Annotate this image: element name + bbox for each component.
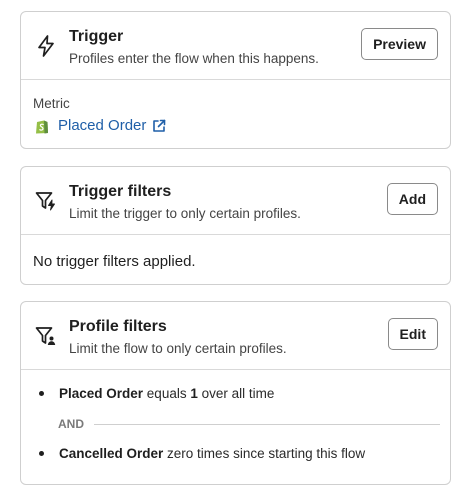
trigger-filters-header: Trigger filters Limit the trigger to onl… [21, 167, 450, 235]
add-button[interactable]: Add [386, 183, 438, 215]
filter-condition: Cancelled Order zero times since startin… [39, 446, 365, 461]
trigger-filters-card: Trigger filters Limit the trigger to onl… [20, 166, 451, 285]
trigger-filters-subtitle: Limit the trigger to only certain profil… [69, 206, 301, 221]
filter-condition: Placed Order equals 1 over all time [39, 386, 274, 401]
bullet [39, 451, 44, 456]
profile-filters-subtitle: Limit the flow to only certain profiles. [69, 341, 287, 356]
profile-filters-card: Profile filters Limit the flow to only c… [20, 301, 451, 485]
metric-link-text[interactable]: Placed Order [58, 117, 146, 134]
edit-button[interactable]: Edit [387, 318, 438, 350]
trigger-filters-title: Trigger filters [69, 183, 172, 200]
bullet [39, 391, 44, 396]
trigger-card-header: Trigger Profiles enter the flow when thi… [21, 12, 450, 80]
condition-rest: over all time [197, 386, 275, 401]
filter-person-icon [35, 327, 56, 345]
trigger-filters-empty-text: No trigger filters applied. [33, 253, 196, 270]
and-separator: AND [58, 417, 440, 431]
trigger-title: Trigger [69, 28, 124, 45]
profile-filters-header: Profile filters Limit the flow to only c… [21, 302, 450, 370]
preview-button[interactable]: Preview [361, 28, 438, 60]
profile-filters-title: Profile filters [69, 318, 167, 335]
metric-label: Metric [33, 96, 70, 111]
trigger-subtitle: Profiles enter the flow when this happen… [69, 51, 319, 66]
filter-lightning-icon [35, 192, 55, 211]
shopify-icon [36, 120, 48, 133]
external-link-icon[interactable] [152, 119, 166, 133]
and-divider [94, 423, 440, 425]
condition-metric: Placed Order [59, 386, 144, 401]
and-label: AND [58, 417, 84, 431]
condition-operator: equals [143, 386, 191, 401]
condition-metric: Cancelled Order [59, 446, 164, 461]
lightning-icon [38, 35, 54, 57]
trigger-card: Trigger Profiles enter the flow when thi… [20, 11, 451, 149]
condition-rest: zero times since starting this flow [163, 446, 366, 461]
condition-count: 1 [190, 386, 198, 401]
metric-link[interactable]: Placed Order [35, 117, 166, 134]
